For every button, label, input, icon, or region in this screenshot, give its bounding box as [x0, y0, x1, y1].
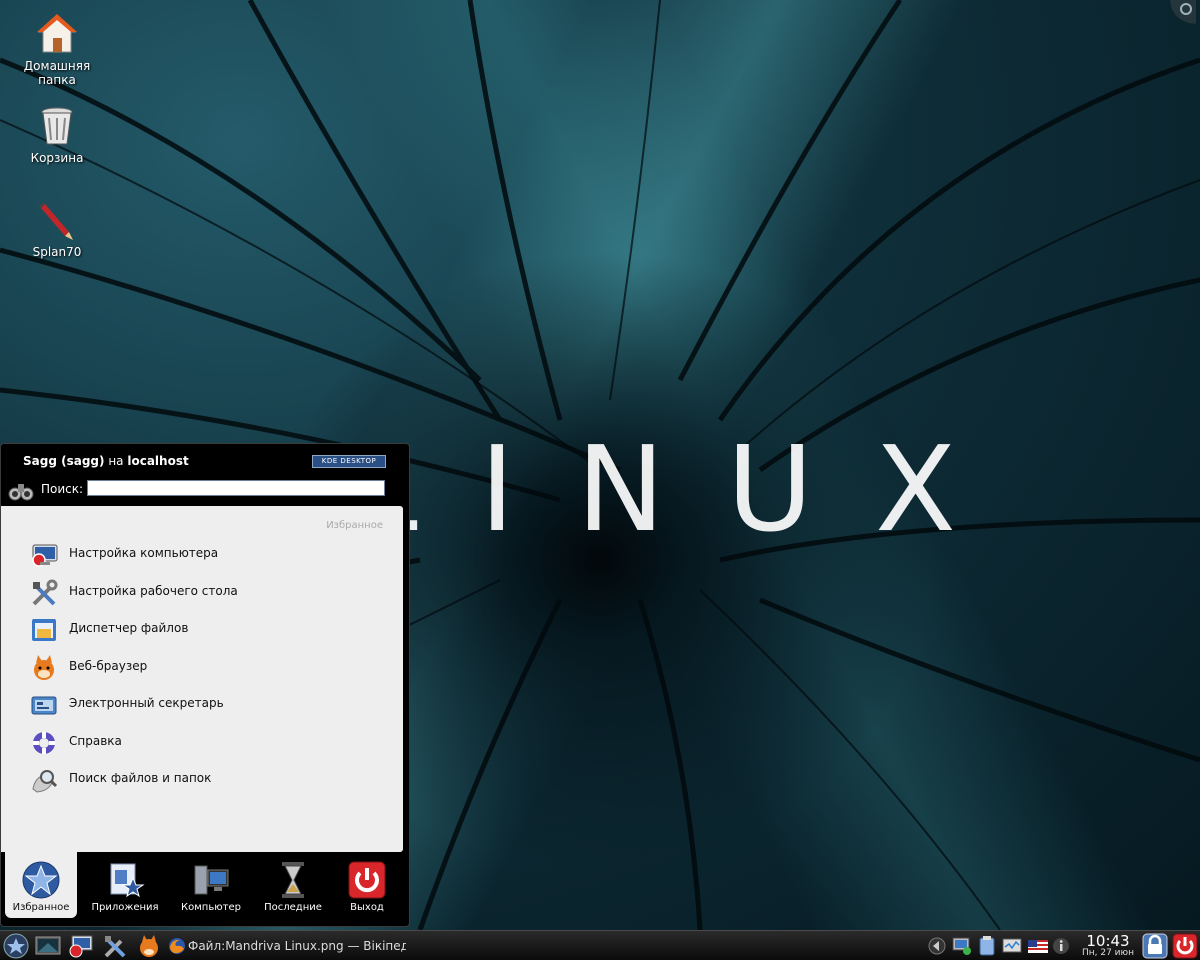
desktop-toolbox-icon[interactable]	[1168, 0, 1196, 24]
favorite-item-label: Настройка рабочего стола	[69, 584, 238, 598]
personal-organizer-icon	[29, 690, 59, 720]
kickoff-username: Sagg (sagg)	[23, 454, 105, 468]
info-icon[interactable]	[1052, 935, 1070, 957]
search-binoculars-icon	[7, 476, 35, 504]
clock-date: Пн, 27 июн	[1082, 948, 1134, 958]
kde-menu-icon[interactable]	[3, 933, 29, 959]
section-title: Избранное	[326, 520, 383, 531]
kickoff-menu: Sagg (sagg) на localhost KDE DESKTOP Пои…	[0, 443, 410, 927]
power-icon	[347, 860, 387, 900]
clipboard-icon[interactable]	[978, 935, 996, 957]
tab-leave[interactable]: Выход	[331, 852, 403, 918]
search-label: Поиск:	[41, 482, 84, 496]
tools-icon[interactable]	[102, 933, 128, 959]
tab-applications[interactable]: Приложения	[89, 852, 161, 918]
favorite-item-label: Поиск файлов и папок	[69, 771, 212, 785]
trash-icon	[35, 104, 79, 148]
find-files-icon	[29, 765, 59, 795]
wallpaper-linux-text: LINUX	[352, 420, 1018, 558]
help-lifebuoy-icon	[29, 728, 59, 758]
kickoff-favorites-panel: Избранное Настройка компьютера Настройка…	[1, 506, 403, 852]
tab-label: Выход	[350, 902, 384, 913]
desktop-icon-label: Корзина	[30, 151, 84, 165]
tab-label: Избранное	[12, 902, 70, 913]
file-manager-icon	[29, 615, 59, 645]
favorite-item-label: Настройка компьютера	[69, 546, 219, 560]
search-input[interactable]	[87, 480, 385, 496]
system-settings-icon	[29, 540, 59, 570]
keyboard-layout-flag-icon[interactable]	[1028, 936, 1048, 956]
task-title: Файл:Mandriva Linux.png — Вікіпедія	[188, 939, 406, 953]
favorite-item-find-files[interactable]: Поиск файлов и папок	[25, 762, 385, 796]
tab-label: Компьютер	[181, 902, 241, 913]
web-browser-icon	[29, 653, 59, 683]
shutdown-icon[interactable]	[1172, 932, 1198, 960]
favorite-item-organizer[interactable]: Электронный секретарь	[25, 687, 385, 721]
applications-icon	[105, 860, 145, 900]
kickoff-tab-bar: Избранное Приложения Компьютер Последние…	[1, 852, 409, 926]
hourglass-icon	[273, 860, 313, 900]
desktop-icon-splan70[interactable]: Splan70	[12, 198, 102, 259]
kickoff-on-text: на	[108, 454, 124, 468]
lock-screen-icon[interactable]	[1142, 932, 1168, 960]
task-firefox-window[interactable]: Файл:Mandriva Linux.png — Вікіпедія	[166, 934, 406, 958]
kde-desktop-logo: KDE DESKTOP	[312, 455, 386, 468]
system-settings-icon[interactable]	[68, 933, 94, 959]
monitor-icon[interactable]	[1002, 935, 1022, 957]
firefox-icon	[168, 937, 186, 955]
favorites-star-icon	[21, 860, 61, 900]
desktop-icon-label: Splan70	[32, 245, 82, 259]
pencil-app-icon	[35, 198, 79, 242]
taskbar: Файл:Mandriva Linux.png — Вікіпедія 10:4…	[0, 930, 1200, 960]
desktop-icon-trash[interactable]: Корзина	[12, 104, 102, 165]
computer-icon	[191, 860, 231, 900]
kickoff-hostname: localhost	[127, 454, 189, 468]
tab-label: Приложения	[91, 902, 159, 913]
favorite-item-label: Электронный секретарь	[69, 696, 224, 710]
browser-icon[interactable]	[136, 933, 162, 959]
favorite-item-desktop-settings[interactable]: Настройка рабочего стола	[25, 575, 385, 609]
tab-computer[interactable]: Компьютер	[175, 852, 247, 918]
favorite-item-help[interactable]: Справка	[25, 725, 385, 759]
desktop-settings-tools-icon	[29, 578, 59, 608]
favorite-item-file-manager[interactable]: Диспетчер файлов	[25, 612, 385, 646]
tab-label: Последние	[264, 902, 322, 913]
favorite-item-label: Веб-браузер	[69, 659, 148, 673]
show-desktop-icon[interactable]	[35, 933, 61, 959]
tab-recent[interactable]: Последние	[257, 852, 329, 918]
favorite-item-label: Справка	[69, 734, 122, 748]
tab-favorites[interactable]: Избранное	[5, 852, 77, 918]
network-icon[interactable]	[952, 935, 972, 957]
tray-arrow-icon[interactable]	[928, 936, 946, 956]
kickoff-user-line: Sagg (sagg) на localhost	[23, 454, 189, 468]
desktop-icon-label: Домашняя папка	[23, 59, 91, 87]
favorite-item-system-settings[interactable]: Настройка компьютера	[25, 537, 385, 571]
home-folder-icon	[35, 12, 79, 56]
favorite-item-label: Диспетчер файлов	[69, 621, 189, 635]
desktop-icon-home[interactable]: Домашняя папка	[12, 12, 102, 87]
favorite-item-web-browser[interactable]: Веб-браузер	[25, 650, 385, 684]
